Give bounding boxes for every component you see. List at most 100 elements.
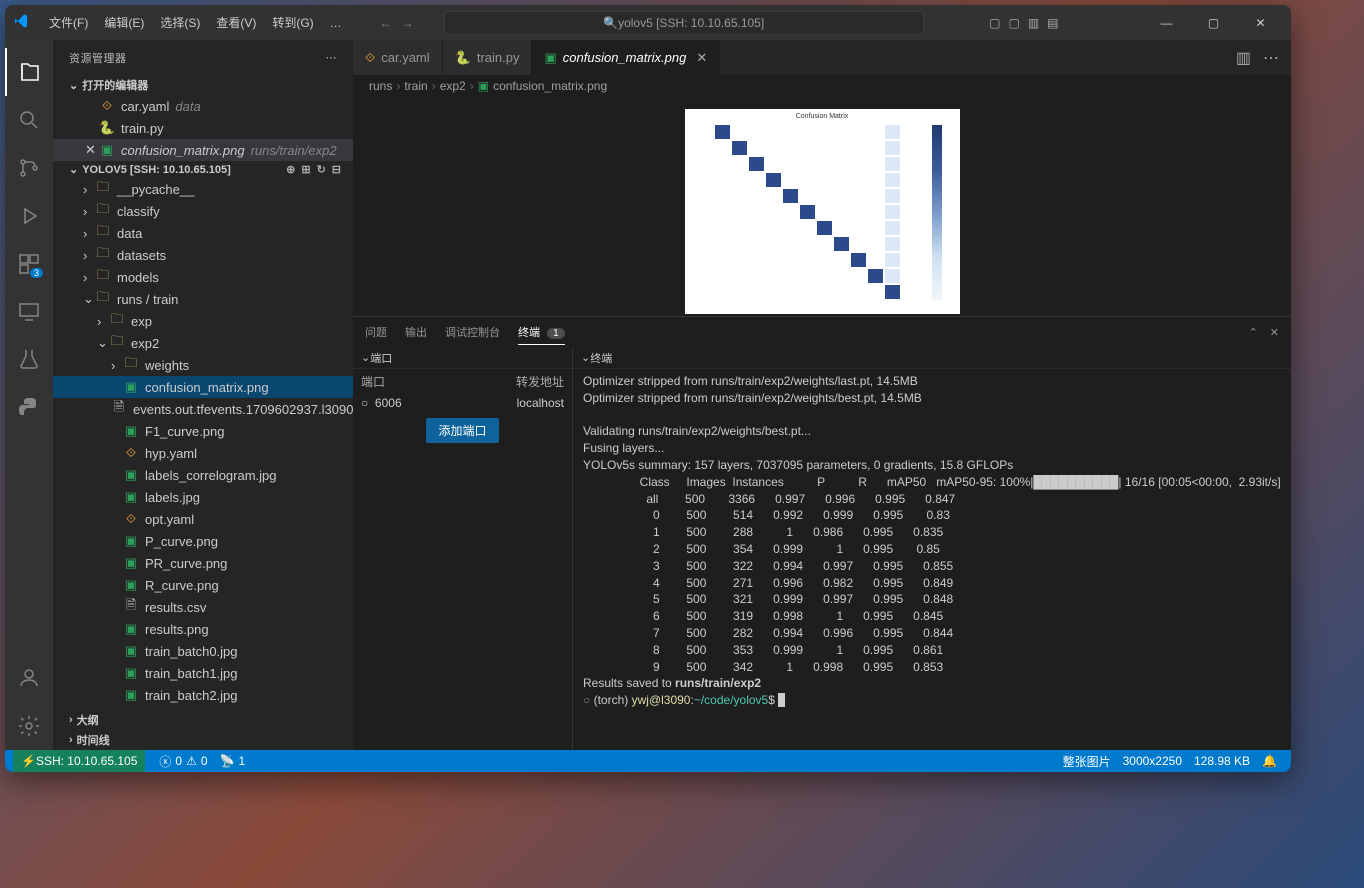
search-icon: 🔍 bbox=[603, 16, 618, 30]
menu-item[interactable]: 文件(F) bbox=[41, 16, 96, 30]
remote-explorer-icon[interactable] bbox=[5, 288, 53, 336]
add-port-button[interactable]: 添加端口 bbox=[426, 418, 498, 443]
file-item[interactable]: 🗎results.csv bbox=[53, 596, 353, 618]
editor-tab[interactable]: ⟐car.yaml bbox=[353, 40, 443, 75]
folder-item[interactable]: ›🗀exp bbox=[53, 310, 353, 332]
workspace-section[interactable]: ⌄ YOLOV5 [SSH: 10.10.65.105] ⊕ ⊞ ↻ ⊟ bbox=[53, 161, 353, 178]
remote-status[interactable]: ⚡ SSH: 10.10.65.105 bbox=[13, 750, 145, 772]
nav-forward-icon[interactable]: → bbox=[402, 16, 414, 30]
file-item[interactable]: ▣train_batch2.jpg bbox=[53, 684, 353, 706]
problems-tab[interactable]: 问题 bbox=[365, 320, 387, 344]
file-item[interactable]: ▣results.png bbox=[53, 618, 353, 640]
image-size: 128.98 KB bbox=[1188, 753, 1256, 770]
new-folder-icon[interactable]: ⊞ bbox=[301, 163, 310, 176]
minimize-button[interactable]: — bbox=[1144, 8, 1189, 38]
file-item[interactable]: ▣labels.jpg bbox=[53, 486, 353, 508]
breadcrumb-item[interactable]: train bbox=[404, 79, 427, 93]
new-file-icon[interactable]: ⊕ bbox=[286, 163, 295, 176]
maximize-panel-icon[interactable]: ⌃ bbox=[1249, 326, 1258, 339]
folder-item[interactable]: ›🗀__pycache__ bbox=[53, 178, 353, 200]
file-item[interactable]: ▣F1_curve.png bbox=[53, 420, 353, 442]
notifications-icon[interactable]: 🔔 bbox=[1256, 753, 1283, 770]
menu-item[interactable]: 查看(V) bbox=[208, 16, 264, 30]
remote-icon: ⚡ bbox=[21, 754, 36, 768]
settings-icon[interactable] bbox=[5, 702, 53, 750]
open-editors-list: ⟐car.yamldata🐍train.py✕▣confusion_matrix… bbox=[53, 95, 353, 161]
refresh-icon[interactable]: ↻ bbox=[317, 163, 326, 176]
command-center-search[interactable]: 🔍 yolov5 [SSH: 10.10.65.105] bbox=[444, 11, 924, 35]
file-item[interactable]: ▣P_curve.png bbox=[53, 530, 353, 552]
layout-icon-3[interactable]: ▥ bbox=[1028, 16, 1039, 30]
folder-item[interactable]: ›🗀data bbox=[53, 222, 353, 244]
close-button[interactable]: ✕ bbox=[1238, 8, 1283, 38]
python-env-icon[interactable] bbox=[5, 384, 53, 432]
file-item[interactable]: ▣PR_curve.png bbox=[53, 552, 353, 574]
ports-header[interactable]: ⌄ 端口 bbox=[353, 347, 572, 369]
errors-warnings[interactable]: ⓧ0 ⚠0 bbox=[153, 753, 213, 770]
editor-tab[interactable]: ▣confusion_matrix.png✕ bbox=[532, 40, 720, 75]
layout-icon-4[interactable]: ▤ bbox=[1047, 16, 1058, 30]
file-item[interactable]: 🗎events.out.tfevents.1709602937.l3090... bbox=[53, 398, 353, 420]
nav-back-icon[interactable]: ← bbox=[380, 16, 392, 30]
file-item[interactable]: ⟐opt.yaml bbox=[53, 508, 353, 530]
close-panel-icon[interactable]: ✕ bbox=[1270, 326, 1279, 339]
breadcrumb-item[interactable]: exp2 bbox=[440, 79, 466, 93]
file-item[interactable]: ▣train_batch0.jpg bbox=[53, 640, 353, 662]
editor-tab[interactable]: 🐍train.py bbox=[443, 40, 533, 75]
file-item[interactable]: ▣labels_correlogram.jpg bbox=[53, 464, 353, 486]
more-icon[interactable]: ⋯ bbox=[326, 51, 338, 64]
folder-item[interactable]: ⌄🗀runs / train bbox=[53, 288, 353, 310]
folder-item[interactable]: ›🗀datasets bbox=[53, 244, 353, 266]
search-nav-icon[interactable] bbox=[5, 96, 53, 144]
debug-console-tab[interactable]: 调试控制台 bbox=[445, 320, 500, 344]
open-editors-section[interactable]: ⌄ 打开的编辑器 bbox=[53, 75, 353, 95]
output-tab[interactable]: 输出 bbox=[405, 320, 427, 344]
status-bar: ⚡ SSH: 10.10.65.105 ⓧ0 ⚠0 📡1 整张图片 3000x2… bbox=[5, 750, 1291, 772]
close-icon[interactable]: ✕ bbox=[85, 142, 99, 158]
close-tab-icon[interactable]: ✕ bbox=[696, 50, 707, 66]
breadcrumb-item[interactable]: confusion_matrix.png bbox=[493, 79, 607, 93]
maximize-button[interactable]: ▢ bbox=[1191, 8, 1236, 38]
terminal-header[interactable]: ⌄ 终端 bbox=[573, 347, 1291, 369]
file-item[interactable]: ▣train_batch1.jpg bbox=[53, 662, 353, 684]
split-editor-icon[interactable]: ▥ bbox=[1236, 48, 1251, 68]
file-item[interactable]: ⟐hyp.yaml bbox=[53, 442, 353, 464]
testing-icon[interactable] bbox=[5, 336, 53, 384]
menu-item[interactable]: 转到(G) bbox=[264, 16, 321, 30]
menu-item[interactable]: … bbox=[322, 16, 350, 30]
img-icon: ▣ bbox=[544, 50, 556, 66]
terminal-tab[interactable]: 终端 1 bbox=[518, 320, 565, 345]
layout-icon-1[interactable]: ▢ bbox=[989, 16, 1000, 30]
port-row[interactable]: ○ 6006 localhost bbox=[361, 396, 564, 410]
outline-section[interactable]: › 大纲 bbox=[53, 710, 353, 730]
ports-status[interactable]: 📡1 bbox=[214, 754, 252, 768]
menu-item[interactable]: 选择(S) bbox=[152, 16, 208, 30]
timeline-section[interactable]: › 时间线 bbox=[53, 730, 353, 750]
layout-icon-2[interactable]: ▢ bbox=[1008, 16, 1019, 30]
breadcrumb[interactable]: runs› train› exp2› ▣ confusion_matrix.pn… bbox=[353, 75, 1291, 97]
terminal-output[interactable]: Optimizer stripped from runs/train/exp2/… bbox=[573, 369, 1291, 750]
open-editor-item[interactable]: ⟐car.yamldata bbox=[53, 95, 353, 117]
image-preview[interactable]: Confusion Matrix bbox=[353, 97, 1291, 316]
folder-item[interactable]: ›🗀weights bbox=[53, 354, 353, 376]
more-actions-icon[interactable]: ⋯ bbox=[1263, 48, 1279, 68]
folder-icon: 🗀 bbox=[109, 313, 125, 329]
open-editor-item[interactable]: 🐍train.py bbox=[53, 117, 353, 139]
extensions-icon[interactable]: 3 bbox=[5, 240, 53, 288]
image-mode[interactable]: 整张图片 bbox=[1057, 753, 1117, 770]
explorer-icon[interactable] bbox=[5, 48, 53, 96]
account-icon[interactable] bbox=[5, 654, 53, 702]
debug-icon[interactable] bbox=[5, 192, 53, 240]
nav-arrows: ← → bbox=[380, 16, 414, 30]
file-item[interactable]: ▣R_curve.png bbox=[53, 574, 353, 596]
file-item[interactable]: ▣confusion_matrix.png bbox=[53, 376, 353, 398]
folder-item[interactable]: ›🗀classify bbox=[53, 200, 353, 222]
explorer-sidebar: 资源管理器 ⋯ ⌄ 打开的编辑器 ⟐car.yamldata🐍train.py✕… bbox=[53, 40, 353, 750]
collapse-all-icon[interactable]: ⊟ bbox=[332, 163, 341, 176]
folder-item[interactable]: ›🗀models bbox=[53, 266, 353, 288]
scm-icon[interactable] bbox=[5, 144, 53, 192]
breadcrumb-item[interactable]: runs bbox=[369, 79, 392, 93]
menu-item[interactable]: 编辑(E) bbox=[96, 16, 152, 30]
open-editor-item[interactable]: ✕▣confusion_matrix.pngruns/train/exp2 bbox=[53, 139, 353, 161]
folder-item[interactable]: ⌄🗀exp2 bbox=[53, 332, 353, 354]
